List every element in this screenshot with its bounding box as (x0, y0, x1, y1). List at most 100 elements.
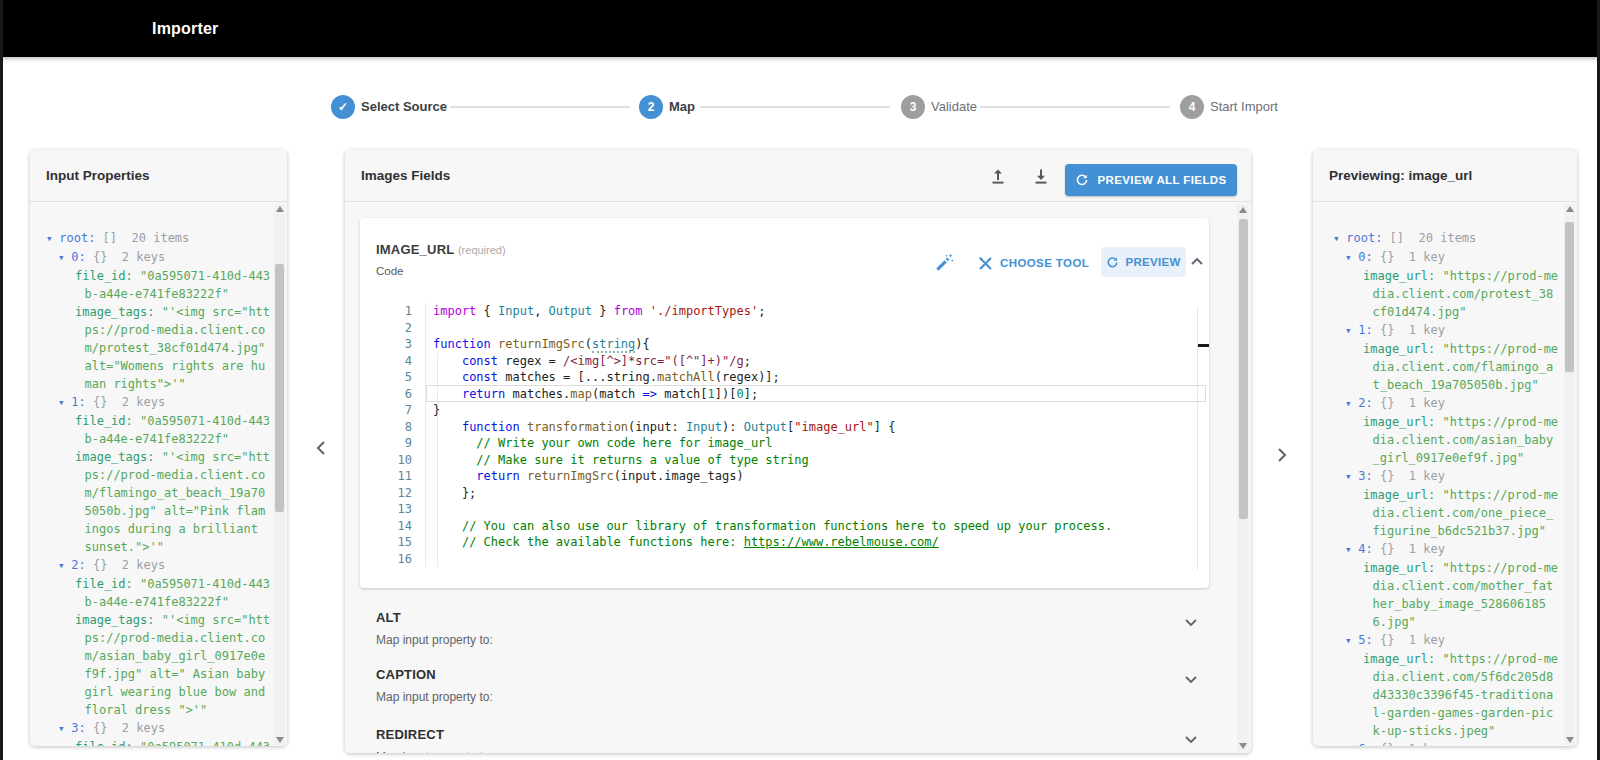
tree-field-entry: image_url: "https://prod-media.client.co… (1363, 650, 1560, 740)
tree-item-node: ▾ 3: {} 2 keys (30, 719, 273, 738)
tree-item-node: ▾ 3: {} 1 key (1313, 467, 1563, 486)
fields-scrollbar[interactable] (1237, 205, 1249, 751)
collapse-triangle-icon[interactable]: ▾ (1345, 743, 1358, 746)
preview-panel-header: Previewing: image_url (1313, 150, 1577, 202)
expand-section-icon[interactable] (1183, 614, 1199, 630)
code-editor[interactable]: 12345678910111213141516 import { Input, … (360, 303, 1209, 567)
app-header: Importer (0, 0, 1600, 57)
step-circle[interactable]: 3 (901, 95, 925, 119)
tree-field-entry: image_tags: "'<img src="https://prod-med… (75, 611, 272, 719)
app-title: Importer (152, 0, 219, 57)
upload-icon[interactable] (987, 165, 1009, 187)
scroll-down-icon[interactable] (1237, 740, 1248, 751)
tree-item-node: ▾ 1: {} 1 key (1313, 321, 1563, 340)
step-circle[interactable]: 4 (1180, 95, 1204, 119)
step-label: Map (669, 95, 695, 119)
tree-item-node: ▾ 2: {} 1 key (1313, 394, 1563, 413)
collapse-left-panel-button[interactable] (312, 438, 332, 458)
scroll-up-icon[interactable] (274, 204, 285, 215)
step-connector (980, 106, 1170, 108)
collapse-field-icon[interactable] (1189, 254, 1205, 270)
field-mode-label: Code (376, 265, 404, 277)
field-section-alt[interactable]: ALT Map input property to: (360, 602, 1209, 654)
gutter-border (425, 303, 426, 567)
collapse-triangle-icon[interactable]: ▾ (1333, 232, 1346, 245)
tree-field-entry: image_url: "https://prod-media.client.co… (1363, 340, 1560, 394)
tree-field-entry: image_url: "https://prod-media.client.co… (1363, 486, 1560, 540)
field-section-caption[interactable]: CAPTIONMap input property to: (360, 659, 1209, 711)
collapse-triangle-icon[interactable]: ▾ (58, 396, 71, 409)
input-properties-panel: Input Properties ▾ root: [] 20 items▾ 0:… (30, 150, 287, 746)
section-hint: Map input property to: (376, 750, 493, 753)
tree-item-node: ▾ 6: {} 1 key (1313, 740, 1563, 746)
collapse-triangle-icon[interactable]: ▾ (46, 232, 59, 245)
scroll-down-icon[interactable] (1564, 734, 1575, 745)
field-section-redirect[interactable]: REDIRECT Map input property to: (360, 719, 1209, 753)
step-circle[interactable]: 2 (639, 95, 663, 119)
preview-scrollbar[interactable] (1564, 204, 1575, 745)
required-label: (required) (458, 244, 506, 256)
collapse-triangle-icon[interactable]: ▾ (1345, 324, 1358, 337)
preview-label: PREVIEW (1125, 256, 1180, 268)
choose-tool-label: CHOOSE TOOL (1000, 257, 1089, 269)
tree-item-node: ▾ 2: {} 2 keys (30, 556, 273, 575)
tools-icon (977, 255, 994, 272)
auto-fix-icon[interactable] (933, 252, 955, 274)
collapse-triangle-icon[interactable]: ▾ (58, 251, 71, 264)
images-fields-body: IMAGE_URL (required) Code CHOOSE TOOL PR… (345, 203, 1251, 753)
tree-item-node: ▾ 0: {} 2 keys (30, 248, 273, 267)
tree-root-node: ▾ root: [] 20 items (1313, 229, 1563, 248)
preview-button[interactable]: PREVIEW (1101, 247, 1186, 277)
image-url-field-card: IMAGE_URL (required) Code CHOOSE TOOL PR… (360, 218, 1209, 588)
section-hint: Map input property to: (376, 633, 493, 647)
scroll-thumb[interactable] (1565, 222, 1574, 372)
editor-scroll-marker (1198, 344, 1209, 347)
tree-field-entry: image_tags: "'<img src="https://prod-med… (75, 303, 272, 393)
expand-section-icon[interactable] (1183, 671, 1199, 687)
code-content[interactable]: import { Input, Output } from './importT… (433, 303, 1209, 567)
step-completed-check-icon[interactable]: ✓ (331, 95, 355, 119)
tree-field-entry: file_id: "0a595071-410d-443b-a44e-e741fe… (75, 738, 272, 746)
tree-field-entry: image_url: "https://prod-media.client.co… (1363, 559, 1560, 631)
section-hint: Map input property to: (376, 690, 493, 704)
scroll-up-icon[interactable] (1237, 205, 1248, 216)
input-json-tree: ▾ root: [] 20 items▾ 0: {} 2 keysfile_id… (30, 203, 273, 746)
field-name: IMAGE_URL (required) (376, 242, 506, 257)
line-numbers: 12345678910111213141516 (360, 303, 412, 567)
scroll-down-icon[interactable] (274, 734, 285, 745)
collapse-triangle-icon[interactable]: ▾ (1345, 470, 1358, 483)
preview-panel-body: ▾ root: [] 20 items▾ 0: {} 1 key image_ur… (1313, 203, 1577, 746)
tree-field-entry: file_id: "0a595071-410d-443b-a44e-e741fe… (75, 412, 272, 448)
collapse-triangle-icon[interactable]: ▾ (1345, 251, 1358, 264)
collapse-triangle-icon[interactable]: ▾ (58, 722, 71, 735)
input-properties-title: Input Properties (46, 150, 150, 202)
choose-tool-button[interactable]: CHOOSE TOOL (977, 252, 1089, 274)
step-label: Validate (931, 95, 977, 119)
scroll-thumb[interactable] (275, 264, 284, 512)
download-icon[interactable] (1030, 165, 1052, 187)
refresh-icon (1106, 256, 1119, 269)
page: Importer ✓Select Source 2Map 3Validate 4Sta… (0, 0, 1600, 760)
input-scrollbar[interactable] (274, 204, 285, 745)
scroll-thumb[interactable] (1239, 219, 1248, 519)
collapse-triangle-icon[interactable]: ▾ (1345, 397, 1358, 410)
section-name: REDIRECT (376, 727, 444, 742)
step-label: Start Import (1210, 95, 1278, 119)
scroll-up-icon[interactable] (1564, 204, 1575, 215)
images-fields-header: Images Fields PREVIEW ALL FIELDS (345, 150, 1251, 202)
tree-item-node: ▾ 1: {} 2 keys (30, 393, 273, 412)
collapse-triangle-icon[interactable]: ▾ (58, 559, 71, 572)
expand-section-icon[interactable] (1183, 731, 1199, 747)
step-label: Select Source (361, 95, 447, 119)
tree-field-entry: image_url: "https://prod-media.client.co… (1363, 413, 1560, 467)
tree-item-node: ▾ 0: {} 1 key (1313, 248, 1563, 267)
section-name: ALT (376, 610, 401, 625)
collapse-right-panel-button[interactable] (1271, 445, 1291, 465)
preview-all-fields-label: PREVIEW ALL FIELDS (1097, 174, 1226, 186)
input-properties-header: Input Properties (30, 150, 287, 202)
collapse-triangle-icon[interactable]: ▾ (1345, 543, 1358, 556)
collapse-triangle-icon[interactable]: ▾ (1345, 634, 1358, 647)
tree-field-entry: file_id: "0a595071-410d-443b-a44e-e741fe… (75, 575, 272, 611)
input-properties-body: ▾ root: [] 20 items▾ 0: {} 2 keysfile_id… (30, 203, 287, 746)
preview-all-fields-button[interactable]: PREVIEW ALL FIELDS (1065, 164, 1237, 196)
